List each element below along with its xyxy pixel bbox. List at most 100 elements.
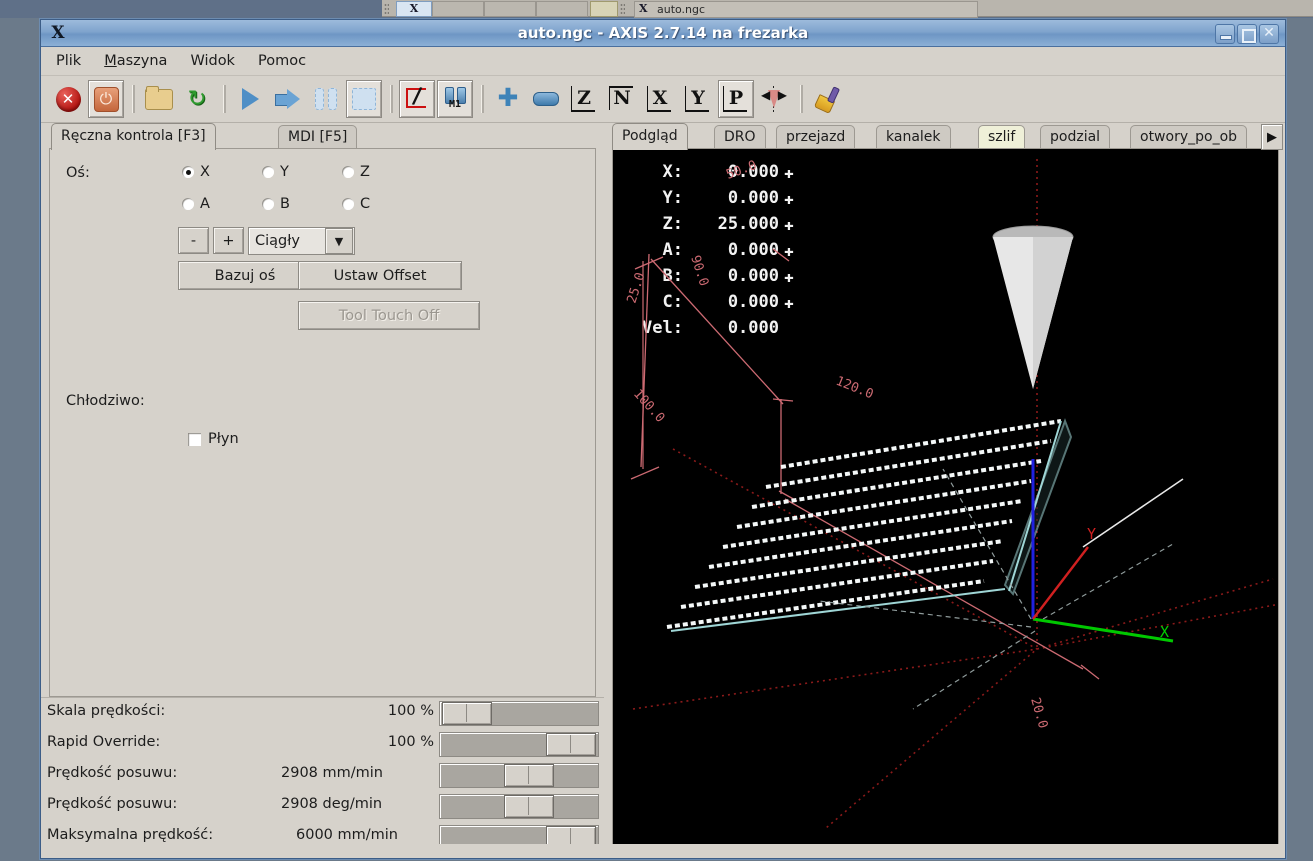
- max-velocity-label: Maksymalna prędkość:: [47, 827, 214, 843]
- menu-pomoc[interactable]: Pomoc: [255, 51, 309, 71]
- view-p-button[interactable]: P: [718, 80, 754, 118]
- axis-radio-b[interactable]: B: [262, 196, 290, 212]
- axis-radio-y[interactable]: Y: [262, 164, 289, 180]
- jog-angular-label: Prędkość posuwu:: [47, 796, 178, 812]
- rapid-override-slider[interactable]: [439, 732, 599, 757]
- taskbar-grip-left[interactable]: [384, 3, 389, 14]
- taskbar-window-button-1[interactable]: X: [396, 1, 432, 17]
- chevron-down-icon[interactable]: ▼: [325, 228, 353, 254]
- extent-label-50: 50.0: [724, 158, 759, 183]
- view-x-button[interactable]: X: [642, 80, 678, 118]
- extent-labels: 50.0 90.0 25.0 100.0 120.0 20.0: [625, 158, 1051, 730]
- estop-button[interactable]: [50, 80, 86, 118]
- tab-scroll-right-icon[interactable]: ▶: [1261, 124, 1283, 150]
- axis-radio-a[interactable]: A: [182, 196, 210, 212]
- coolant-flood-checkbox[interactable]: Płyn: [188, 431, 239, 447]
- extent-label-90: 90.0: [687, 254, 711, 288]
- view-z2-button[interactable]: N: [604, 80, 640, 118]
- menu-widok[interactable]: Widok: [187, 51, 238, 71]
- axis-radio-z[interactable]: Z: [342, 164, 370, 180]
- taskbar-window-button-3[interactable]: [484, 1, 536, 17]
- window-title: auto.ngc - AXIS 2.7.14 na frezarka: [517, 24, 809, 42]
- maximize-button[interactable]: [1237, 24, 1257, 44]
- slider-thumb[interactable]: [504, 764, 554, 787]
- menu-maszyna[interactable]: Maszyna: [101, 51, 170, 71]
- m1-optional-stop-icon: M1: [442, 86, 468, 112]
- minimize-button[interactable]: [1215, 24, 1235, 44]
- tab-przejazd[interactable]: przejazd: [776, 125, 856, 150]
- taskbar-tray-icon[interactable]: [590, 1, 618, 17]
- extent-label-25: 25.0: [625, 271, 649, 305]
- extent-label-100: 100.0: [630, 387, 667, 426]
- rapid-override-label: Rapid Override:: [47, 734, 161, 750]
- jog-minus-button[interactable]: -: [178, 227, 209, 254]
- zoom-in-button[interactable]: ✚: [490, 80, 526, 118]
- coolant-label: Chłodziwo:: [66, 393, 145, 409]
- tab-otwory-po-ob[interactable]: otwory_po_ob: [1130, 125, 1248, 150]
- window-titlebar[interactable]: X auto.ngc - AXIS 2.7.14 na frezarka ✕: [41, 20, 1285, 47]
- window-controls: ✕: [1215, 24, 1279, 44]
- set-offset-button[interactable]: Ustaw Offset: [298, 261, 462, 290]
- reload-file-button[interactable]: ↻: [179, 80, 215, 118]
- x-logo-icon: X: [409, 2, 419, 15]
- checkbox-indicator: [188, 432, 201, 446]
- jog-linear-value: 2908 mm/min: [281, 765, 383, 781]
- taskbar-task-label: auto.ngc: [657, 3, 706, 16]
- taskbar-window-button-4[interactable]: [536, 1, 588, 17]
- slider-thumb[interactable]: [504, 795, 554, 818]
- tab-dro[interactable]: DRO: [714, 125, 766, 150]
- gcode-preview-canvas[interactable]: X: 0.000 ✚ Y: 0.000 ✚ Z: 25.000 ✚ A: 0.000 ✚ B: 0…: [612, 148, 1279, 854]
- menu-plik[interactable]: Plik: [53, 51, 84, 71]
- tab-reczna-kontrola[interactable]: Ręczna kontrola [F3]: [51, 123, 216, 150]
- run-program-button[interactable]: [232, 80, 268, 118]
- view-y-button[interactable]: Y: [680, 80, 716, 118]
- jog-linear-label: Prędkość posuwu:: [47, 765, 178, 781]
- view-z-icon: Z: [569, 85, 599, 113]
- radio-indicator: [262, 166, 274, 178]
- pause-button[interactable]: [308, 80, 344, 118]
- left-tabstrip: Ręczna kontrola [F3] MDI [F5]: [41, 123, 604, 150]
- axis-radio-c[interactable]: C: [342, 196, 370, 212]
- toolbar-separator-2: [223, 85, 226, 113]
- feed-override-slider[interactable]: [439, 701, 599, 726]
- tab-kanalek[interactable]: kanalek: [876, 125, 951, 150]
- skip-block-button[interactable]: [399, 80, 435, 118]
- taskbar-window-button-2[interactable]: [432, 1, 484, 17]
- home-axis-button[interactable]: Bazuj oś: [178, 261, 312, 290]
- view-y-icon: Y: [683, 85, 713, 113]
- optional-stop-button[interactable]: M1: [437, 80, 473, 118]
- view-z-button[interactable]: Z: [566, 80, 602, 118]
- play-icon: [241, 88, 259, 110]
- tab-mdi[interactable]: MDI [F5]: [278, 125, 358, 150]
- clear-plot-button[interactable]: [809, 80, 845, 118]
- machine-power-button[interactable]: [88, 80, 124, 118]
- axis-radio-label: B: [280, 196, 290, 212]
- tab-szlif[interactable]: szlif: [978, 125, 1026, 150]
- tab-podglad[interactable]: Podgląd: [612, 123, 688, 150]
- slider-row-jog-linear: Prędkość posuwu: 2908 mm/min: [41, 760, 604, 791]
- stop-icon: [352, 88, 376, 110]
- extent-label-120: 120.0: [834, 374, 876, 403]
- taskbar-grip-mid[interactable]: [620, 3, 625, 14]
- view-z2-icon: N: [607, 85, 637, 113]
- close-button[interactable]: ✕: [1259, 24, 1279, 44]
- show-tool-button[interactable]: ◀ ▶: [756, 80, 792, 118]
- axis-radio-x[interactable]: X: [182, 164, 210, 180]
- jog-linear-slider[interactable]: [439, 763, 599, 788]
- pause-icon: [315, 88, 337, 110]
- open-file-button[interactable]: [141, 80, 177, 118]
- zoom-out-button[interactable]: [528, 80, 564, 118]
- stop-button[interactable]: [346, 80, 382, 118]
- jog-angular-slider[interactable]: [439, 794, 599, 819]
- jog-increment-combo[interactable]: Ciągły ▼: [248, 227, 355, 255]
- tab-podzial[interactable]: podzial: [1040, 125, 1111, 150]
- step-button[interactable]: [270, 80, 306, 118]
- tool-touch-off-button[interactable]: Tool Touch Off: [298, 301, 480, 330]
- slider-row-rapid-override: Rapid Override: 100 %: [41, 729, 604, 760]
- taskbar-task-auto-ngc[interactable]: X auto.ngc: [634, 1, 978, 18]
- folder-open-icon: [145, 85, 173, 110]
- slider-thumb[interactable]: [546, 733, 596, 756]
- jog-plus-button[interactable]: +: [213, 227, 244, 254]
- slider-thumb[interactable]: [442, 702, 492, 725]
- block-delete-icon: [404, 87, 430, 111]
